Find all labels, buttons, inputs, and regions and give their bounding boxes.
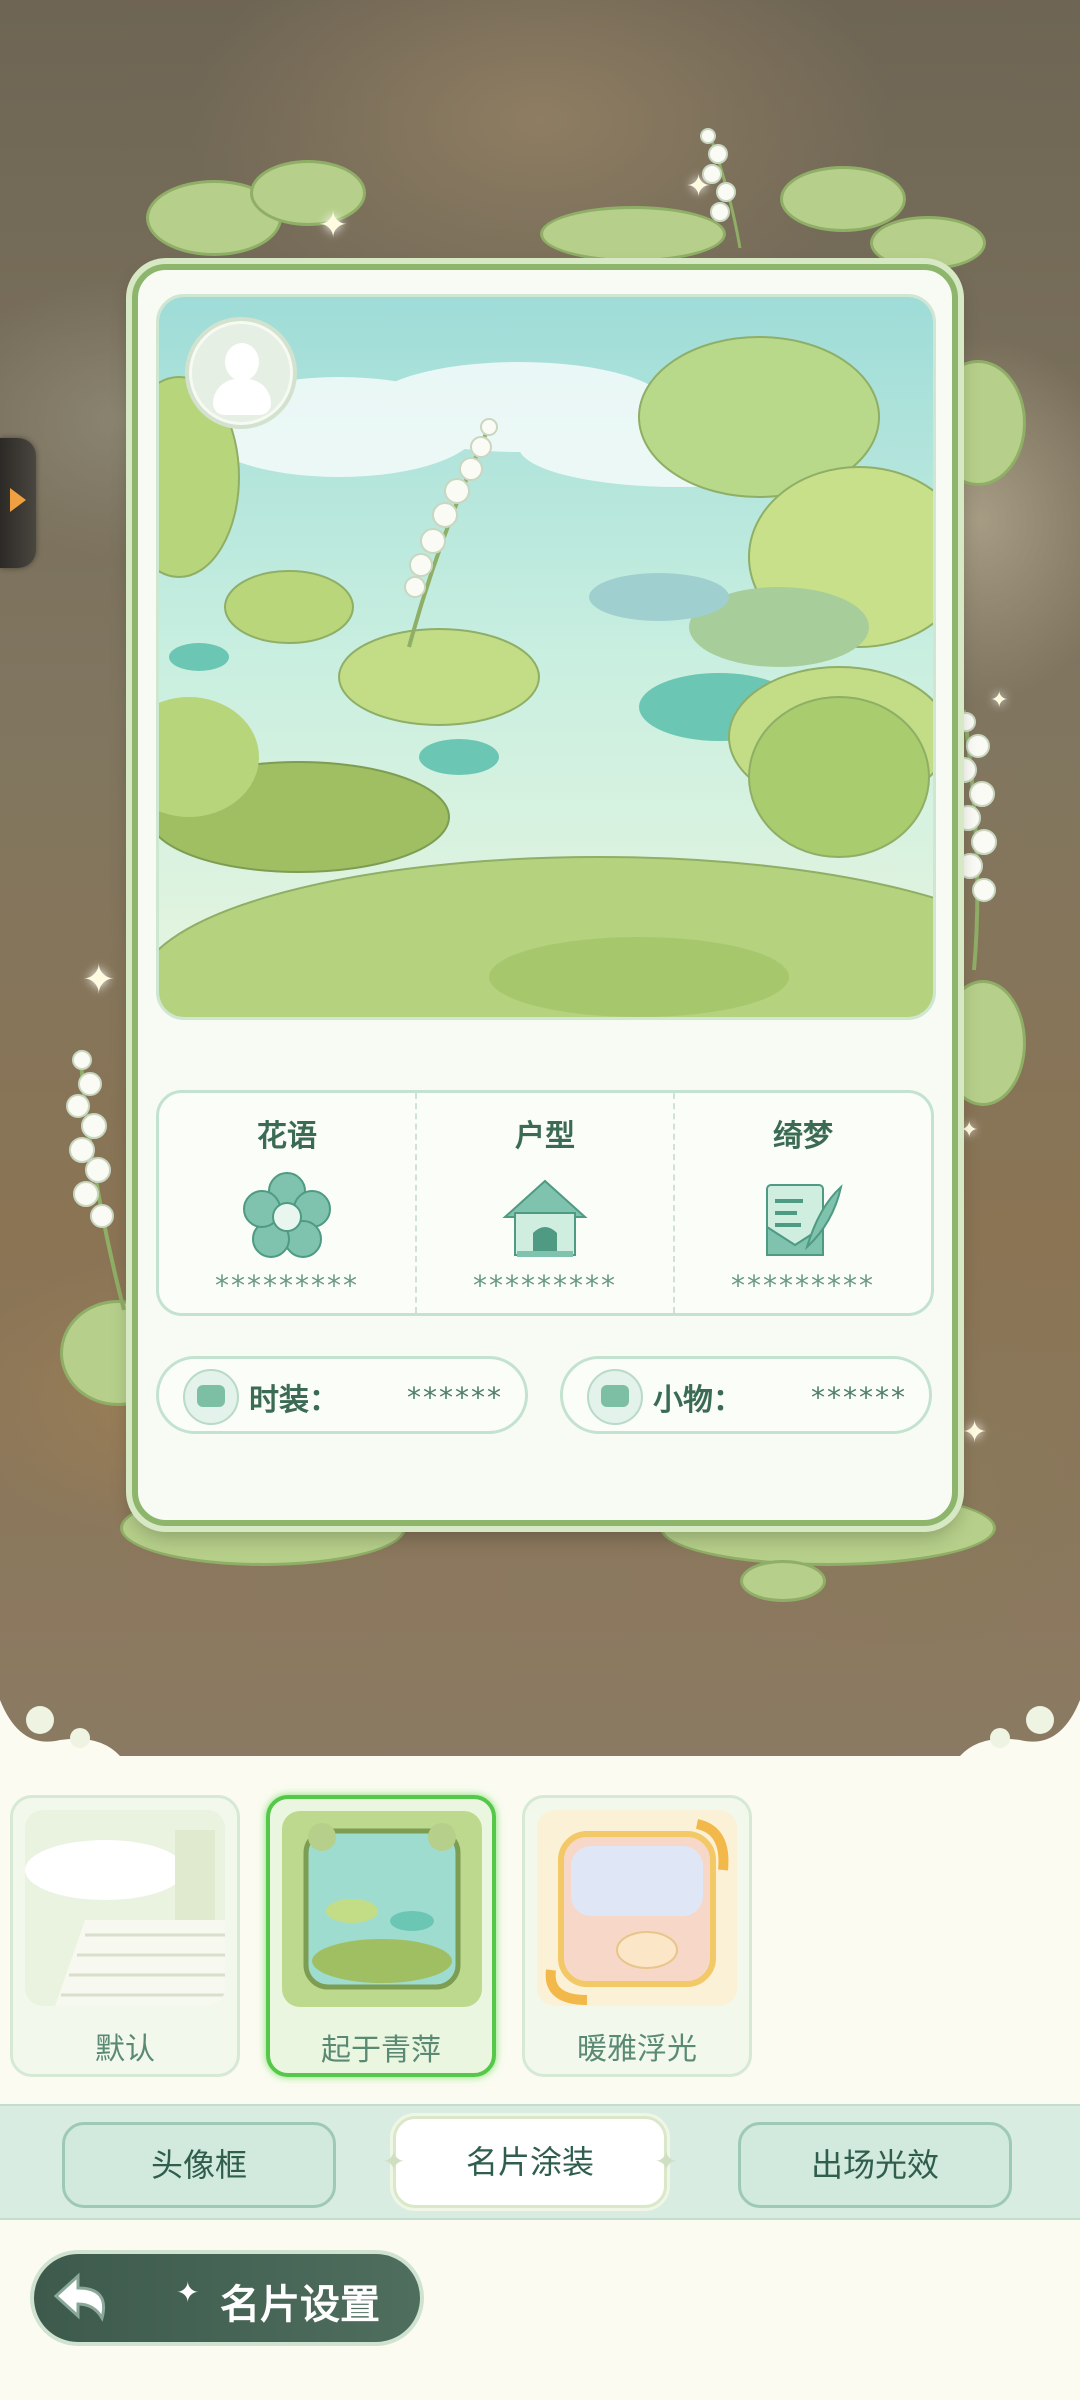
sparkle-icon: ✦ [960, 1118, 979, 1143]
card-skin-artwork [156, 294, 936, 1020]
avatar-placeholder[interactable] [185, 317, 297, 429]
stat-fantasy: 绮梦 ********* [673, 1093, 931, 1313]
stat-value: ********* [215, 1269, 359, 1302]
lotus-leaf-decoration [740, 1560, 826, 1602]
stat-label: 户型 [515, 1119, 575, 1154]
white-flower-stalk-decoration [66, 1049, 126, 1311]
category-tab-bar: 头像框 名片涂装 出场光效 [0, 2104, 1080, 2220]
item-label: 小物： [653, 1383, 743, 1418]
page-title: 名片设置 [220, 2282, 380, 2328]
flower-icon [237, 1167, 337, 1267]
stat-flower-language: 花语 ********* [159, 1093, 415, 1313]
back-arrow-icon [53, 2272, 105, 2322]
outfit-pill: 时装： ****** [156, 1356, 528, 1434]
item-pill: 小物： ****** [560, 1356, 932, 1434]
card-settings-back-button[interactable]: ✦ 名片设置 [30, 2250, 424, 2346]
theme-option-default[interactable]: 默认 [10, 1795, 240, 2077]
lotus-leaf-decoration [870, 216, 986, 270]
tab-entrance-effect[interactable]: 出场光效 [738, 2122, 1012, 2208]
clothes-icon [183, 1369, 239, 1425]
stat-value: ********* [473, 1269, 617, 1302]
sparkle-icon: ✦ [686, 169, 712, 204]
house-icon [495, 1167, 595, 1267]
outfit-value: ****** [407, 1381, 503, 1414]
sofa-icon [587, 1369, 643, 1425]
stat-value: ********* [731, 1269, 875, 1302]
lotus-leaf-decoration [250, 160, 366, 226]
theme-label: 暖雅浮光 [577, 2032, 697, 2067]
tab-card-skin[interactable]: 名片涂装 [382, 2116, 678, 2208]
outfit-label: 时装： [249, 1383, 339, 1418]
tab-avatar-frame[interactable]: 头像框 [62, 2122, 336, 2208]
stat-label: 绮梦 [773, 1119, 833, 1154]
lace-border-decoration [0, 1700, 1080, 1770]
theme-label: 默认 [95, 2032, 155, 2067]
sparkle-icon: ✦ [176, 2276, 200, 2309]
sparkle-icon: ✦ [318, 205, 349, 246]
lotus-leaf-decoration [780, 166, 906, 232]
letter-quill-icon [753, 1167, 853, 1267]
sparkle-icon: ✦ [82, 957, 116, 1003]
sparkle-icon: ✦ [990, 688, 1009, 713]
theme-thumbnail [282, 1811, 482, 2007]
theme-option-qiyu-qingping[interactable]: 起于青萍 [266, 1795, 496, 2077]
stat-label: 花语 [257, 1119, 317, 1154]
stats-panel: 花语 ********* 户型 ********* 绮梦 ********* [156, 1090, 934, 1316]
theme-label: 起于青萍 [321, 2033, 441, 2068]
item-value: ****** [811, 1381, 907, 1414]
side-drawer-handle[interactable] [0, 438, 36, 568]
name-card-preview: 花语 ********* 户型 ********* 绮梦 ********* 时… [132, 264, 958, 1526]
theme-option-nuanya-fuguang[interactable]: 暖雅浮光 [522, 1795, 752, 2077]
theme-thumbnail [537, 1810, 737, 2006]
stat-house-type: 户型 ********* [415, 1093, 673, 1313]
theme-thumbnail [25, 1810, 225, 2006]
expand-arrow-icon [10, 488, 26, 512]
sparkle-icon: ✦ [962, 1415, 988, 1450]
